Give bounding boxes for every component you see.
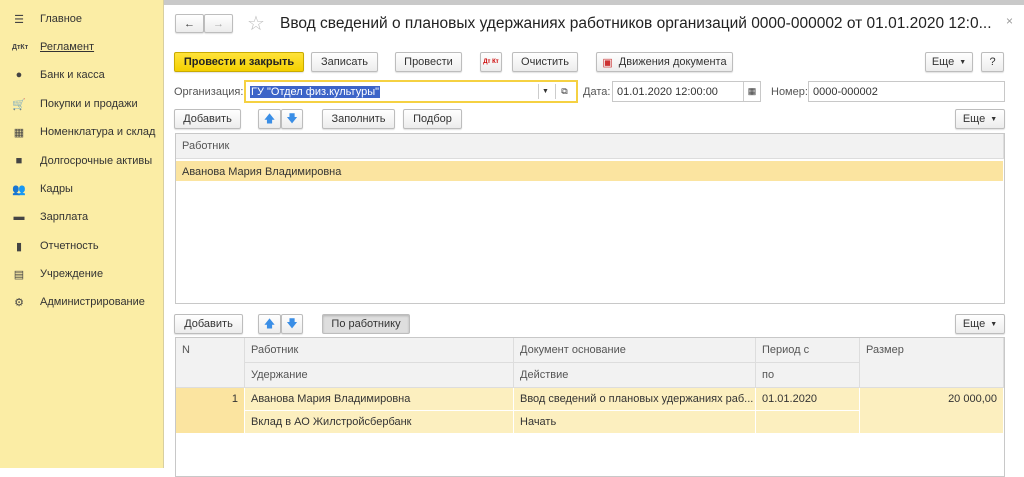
truck-icon: ■	[15, 155, 23, 167]
cell-period-to	[756, 411, 860, 434]
arrow-down-icon: 🡇	[286, 112, 298, 125]
column-header-period-to[interactable]: по	[756, 363, 860, 388]
by-employee-toggle[interactable]: По работнику	[322, 314, 410, 334]
more-button[interactable]: Еще ▼	[925, 52, 973, 72]
chevron-down-icon: ▼	[990, 320, 998, 328]
dt-kt-icon: Дт Кт	[483, 59, 499, 65]
sidebar-item-bank[interactable]: ● Банк и касса	[0, 64, 163, 86]
cell-deduction: Вклад в АО Жилстройсбербанк	[245, 411, 514, 434]
organization-input[interactable]: ГУ "Отдел физ.культуры" ▼ ⧉	[244, 80, 578, 103]
cell-document: Ввод сведений о плановых удержаниях раб.…	[514, 388, 756, 411]
sidebar-item-reports[interactable]: ▮ Отчетность	[0, 235, 163, 257]
move-up-button[interactable]: 🡅	[258, 314, 281, 334]
building-icon: ▤	[13, 268, 25, 281]
sidebar-item-admin[interactable]: ⚙ Администрирование	[0, 291, 163, 313]
table-row[interactable]: Аванова Мария Владимировна	[176, 161, 1004, 182]
back-button[interactable]: ←	[175, 14, 204, 33]
cell-period-from: 01.01.2020	[756, 388, 860, 411]
sidebar-item-institution[interactable]: ▤ Учреждение	[0, 263, 163, 285]
column-header-n[interactable]: N	[176, 338, 245, 388]
arrow-up-icon: 🡅	[263, 317, 276, 330]
open-icon[interactable]: ⧉	[555, 84, 573, 99]
sidebar-item-hr[interactable]: 👥 Кадры	[0, 178, 163, 200]
cell-n: 1	[176, 388, 245, 434]
document-movements-button[interactable]: ▣ Движения документа	[596, 52, 733, 72]
arrow-left-icon: ←	[184, 17, 195, 30]
sidebar-item-main[interactable]: ☰ Главное	[0, 8, 163, 30]
gear-icon: ⚙	[14, 296, 24, 309]
column-header-deduction[interactable]: Удержание	[245, 363, 514, 388]
save-button[interactable]: Записать	[311, 52, 378, 72]
move-down-button[interactable]: 🡇	[281, 109, 303, 129]
forward-button[interactable]: →	[204, 14, 233, 33]
people-icon: 👥	[12, 183, 26, 196]
employees-table: Работник Аванова Мария Владимировна	[175, 133, 1005, 304]
number-label: Номер:	[771, 86, 808, 98]
dt-kt-icon: ДтКт	[12, 43, 29, 51]
page-title: Ввод сведений о плановых удержаниях рабо…	[280, 15, 992, 32]
post-button[interactable]: Провести	[395, 52, 462, 72]
sidebar: ☰ Главное ДтКт Регламент ● Банк и касса 🛒 По…	[0, 0, 164, 468]
column-header-employee[interactable]: Работник	[245, 338, 514, 363]
calendar-icon[interactable]: ▦	[743, 82, 760, 101]
chart-icon: ▮	[15, 240, 23, 253]
grid-icon: ▦	[13, 126, 25, 139]
fill-button[interactable]: Заполнить	[322, 109, 395, 129]
report-icon: ▣	[602, 56, 613, 69]
move-down-button[interactable]: 🡇	[281, 314, 303, 334]
column-header-action[interactable]: Действие	[514, 363, 756, 388]
cart-icon: 🛒	[12, 98, 26, 111]
column-header-amount[interactable]: Размер	[860, 338, 1004, 388]
date-input[interactable]: 01.01.2020 12:00:00 ▦	[612, 81, 761, 102]
post-and-close-button[interactable]: Провести и закрыть	[174, 52, 304, 72]
chevron-down-icon: ▼	[959, 58, 967, 66]
deductions-add-button[interactable]: Добавить	[174, 314, 243, 334]
column-header-document[interactable]: Документ основание	[514, 338, 756, 363]
wallet-icon: ▬	[13, 211, 25, 223]
deductions-table: N Работник Удержание Документ основание …	[175, 337, 1005, 477]
deductions-more-button[interactable]: Еще ▼	[955, 314, 1005, 334]
menu-icon: ☰	[14, 13, 24, 26]
date-value: 01.01.2020 12:00:00	[617, 85, 718, 98]
column-header-employee[interactable]: Работник	[176, 134, 1004, 159]
pick-button[interactable]: Подбор	[403, 109, 462, 129]
chevron-down-icon: ▼	[990, 115, 998, 123]
bank-icon: ●	[15, 69, 23, 81]
top-band	[164, 0, 1024, 5]
organization-label: Организация:	[174, 86, 244, 98]
dt-kt-button[interactable]: Дт Кт	[480, 52, 502, 72]
arrow-up-icon: 🡅	[263, 112, 276, 125]
close-icon[interactable]: ×	[1006, 14, 1013, 28]
arrow-down-icon: 🡇	[286, 317, 298, 330]
cell-action: Начать	[514, 411, 756, 434]
sidebar-item-sales[interactable]: 🛒 Покупки и продажи	[0, 93, 163, 115]
clear-button[interactable]: Очистить	[512, 52, 578, 72]
sidebar-item-reglament[interactable]: ДтКт Регламент	[0, 36, 163, 58]
cell-amount: 20 000,00	[860, 388, 1004, 434]
sidebar-item-assets[interactable]: ■ Долгосрочные активы	[0, 150, 163, 172]
number-input[interactable]: 0000-000002	[808, 81, 1005, 102]
arrow-right-icon: →	[213, 17, 224, 30]
move-up-button[interactable]: 🡅	[258, 109, 281, 129]
help-button[interactable]: ?	[981, 52, 1004, 72]
date-label: Дата:	[583, 86, 611, 98]
sidebar-item-salary[interactable]: ▬ Зарплата	[0, 206, 163, 228]
organization-value: ГУ "Отдел физ.культуры"	[250, 85, 381, 98]
employees-add-button[interactable]: Добавить	[174, 109, 241, 129]
cell-employee: Аванова Мария Владимировна	[245, 388, 514, 411]
dropdown-icon[interactable]: ▼	[538, 84, 552, 99]
sidebar-item-stock[interactable]: ▦ Номенклатура и склад	[0, 121, 163, 143]
column-header-period-from[interactable]: Период с	[756, 338, 860, 363]
favorite-star-icon[interactable]: ☆	[247, 11, 265, 36]
employees-more-button[interactable]: Еще ▼	[955, 109, 1005, 129]
